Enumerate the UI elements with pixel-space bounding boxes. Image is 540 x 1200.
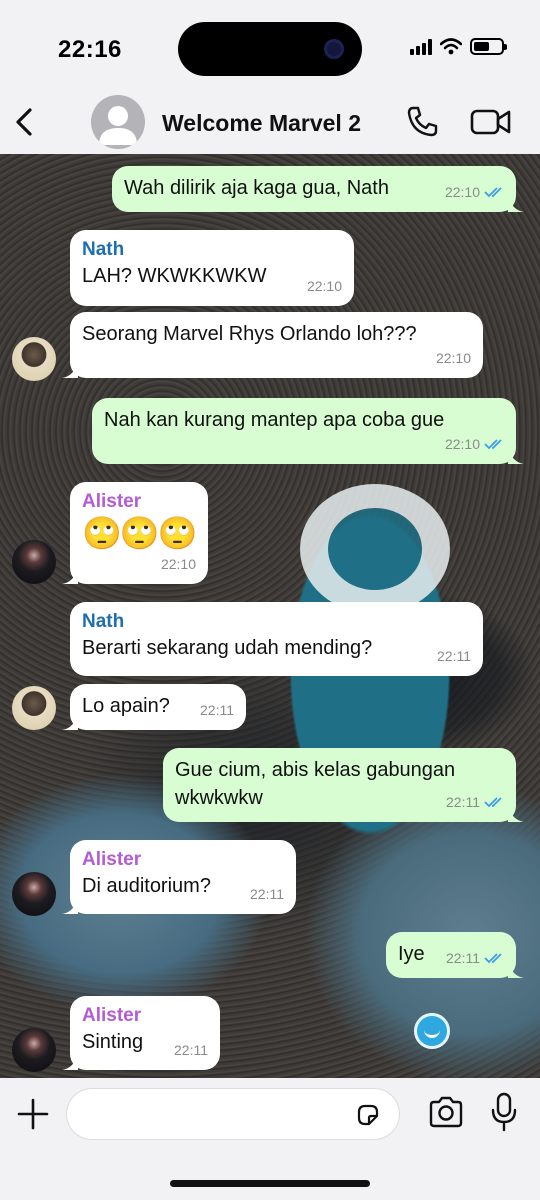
message-bubble-incoming[interactable]: Lo apain? 22:11 bbox=[62, 684, 246, 730]
message-bubble-outgoing[interactable]: Gue cium, abis kelas gabungan wkwkwkw 22… bbox=[163, 748, 524, 822]
message-time: 22:10 bbox=[444, 436, 480, 452]
message-bubble-outgoing[interactable]: Iye 22:11 bbox=[386, 932, 524, 978]
status-icons bbox=[410, 38, 507, 55]
microphone-icon[interactable] bbox=[490, 1092, 518, 1132]
message-time: 22:11 bbox=[446, 950, 480, 966]
message-time: 22:10 bbox=[435, 350, 471, 366]
message-bubble-outgoing[interactable]: Nah kan kurang mantep apa coba gue 22:10 bbox=[92, 398, 524, 464]
sender-name[interactable]: Alister bbox=[82, 490, 196, 514]
message-bubble-incoming[interactable]: Alister Sinting 22:11 bbox=[62, 996, 220, 1070]
chat-messages-area[interactable]: Wah dilirik aja kaga gua, Nath 22:10 Nat… bbox=[0, 154, 540, 1078]
signal-icon bbox=[410, 38, 432, 55]
battery-icon bbox=[470, 38, 507, 55]
read-receipt-icon bbox=[484, 187, 502, 198]
message-time: 22:10 bbox=[306, 278, 342, 294]
chevron-left-icon[interactable] bbox=[12, 106, 36, 138]
video-camera-icon[interactable] bbox=[470, 106, 512, 138]
message-text: Seorang Marvel Rhys Orlando loh??? bbox=[82, 323, 417, 345]
read-receipt-icon bbox=[484, 439, 502, 450]
plus-icon[interactable] bbox=[16, 1097, 50, 1131]
bubble-tail bbox=[508, 196, 524, 212]
front-camera-icon bbox=[324, 39, 344, 59]
message-time: 22:10 bbox=[160, 556, 196, 572]
message-time: 22:11 bbox=[437, 648, 471, 664]
message-time: 22:11 bbox=[174, 1042, 208, 1058]
status-bar: 22:16 bbox=[0, 0, 540, 92]
bubble-tail bbox=[62, 898, 78, 914]
sticker-icon[interactable] bbox=[355, 1102, 381, 1128]
message-bubble-incoming[interactable]: Nath Berarti sekarang udah mending? 22:1… bbox=[70, 602, 483, 676]
status-time: 22:16 bbox=[58, 36, 122, 63]
message-input[interactable] bbox=[66, 1088, 400, 1140]
message-time: 22:11 bbox=[200, 702, 234, 718]
message-text-line-1: Gue cium, abis kelas gabungan bbox=[175, 759, 456, 781]
bubble-tail bbox=[508, 806, 524, 822]
sender-name[interactable]: Alister bbox=[82, 1004, 208, 1028]
read-receipt-icon bbox=[484, 797, 502, 808]
wifi-icon bbox=[440, 38, 462, 55]
message-emoji: 🙄🙄🙄 bbox=[82, 515, 198, 551]
message-time: 22:11 bbox=[250, 886, 284, 902]
background-wallpaper-logo bbox=[300, 484, 450, 614]
avatar-nath[interactable] bbox=[12, 337, 56, 381]
dynamic-island bbox=[178, 22, 362, 76]
bubble-tail bbox=[508, 448, 524, 464]
message-bubble-incoming[interactable]: Nath LAH? WKWKKWKW 22:10 bbox=[70, 230, 354, 306]
watermark-logo-icon bbox=[414, 1013, 450, 1049]
avatar-alister[interactable] bbox=[12, 1028, 56, 1072]
bubble-tail bbox=[62, 362, 78, 378]
avatar-alister[interactable] bbox=[12, 540, 56, 584]
message-bubble-outgoing[interactable]: Wah dilirik aja kaga gua, Nath 22:10 bbox=[112, 166, 524, 212]
home-indicator[interactable] bbox=[170, 1180, 370, 1187]
person-icon bbox=[99, 106, 137, 145]
bubble-tail bbox=[62, 568, 78, 584]
read-receipt-icon bbox=[484, 953, 502, 964]
bubble-tail bbox=[62, 714, 78, 730]
message-time: 22:10 bbox=[444, 184, 480, 200]
bubble-tail bbox=[62, 1054, 78, 1070]
avatar-alister[interactable] bbox=[12, 872, 56, 916]
message-text: LAH? WKWKKWKW bbox=[82, 265, 267, 287]
watermark bbox=[414, 1013, 450, 1049]
message-text: Berarti sekarang udah mending? bbox=[82, 637, 373, 659]
message-input-bar bbox=[0, 1078, 540, 1200]
group-avatar[interactable] bbox=[91, 95, 145, 149]
chat-title[interactable]: Welcome Marvel 2 bbox=[162, 110, 361, 137]
message-bubble-incoming[interactable]: Alister Di auditorium? 22:11 bbox=[62, 840, 296, 914]
message-time: 22:11 bbox=[446, 794, 480, 810]
avatar-nath[interactable] bbox=[12, 686, 56, 730]
bubble-tail bbox=[508, 962, 524, 978]
message-bubble-incoming[interactable]: Seorang Marvel Rhys Orlando loh??? 22:10 bbox=[62, 312, 483, 378]
sender-name[interactable]: Nath bbox=[82, 238, 342, 262]
camera-icon[interactable] bbox=[428, 1096, 464, 1128]
sender-name[interactable]: Alister bbox=[82, 848, 284, 872]
phone-icon[interactable] bbox=[404, 104, 440, 140]
message-bubble-incoming[interactable]: Alister 🙄🙄🙄 22:10 bbox=[62, 482, 208, 584]
chat-header: Welcome Marvel 2 bbox=[0, 92, 540, 154]
sender-name[interactable]: Nath bbox=[82, 610, 471, 634]
